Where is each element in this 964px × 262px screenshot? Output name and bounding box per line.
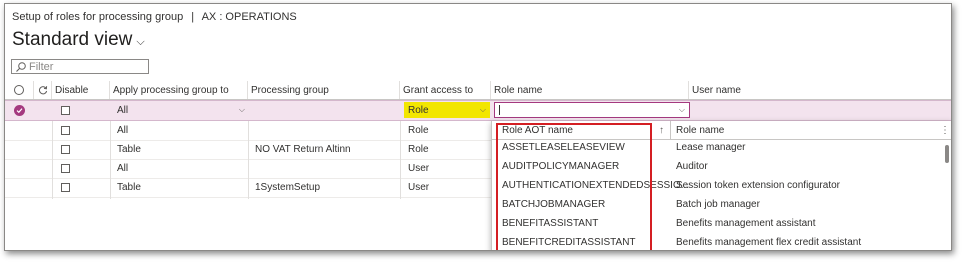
role-lookup-popup: Role AOT name ↑ Role name ⋮ ASSETLEASELE…: [491, 121, 951, 250]
lookup-col-name[interactable]: Role name: [676, 121, 724, 139]
disable-checkbox-cell[interactable]: [52, 140, 110, 159]
role-value: [499, 105, 500, 115]
disable-checkbox[interactable]: [61, 106, 70, 115]
search-icon: [16, 61, 26, 72]
lookup-col-aot[interactable]: Role AOT name: [502, 121, 573, 139]
sort-ascending-icon[interactable]: ↑: [659, 121, 664, 139]
col-apply[interactable]: Apply processing group to: [110, 81, 248, 99]
lookup-item[interactable]: BENEFITASSISTANT Benefits management ass…: [492, 214, 951, 233]
refresh-icon[interactable]: [38, 85, 48, 95]
filter-input[interactable]: Filter: [11, 59, 149, 74]
apply-cell[interactable]: Table: [110, 178, 248, 197]
chevron-down-icon: ⌵: [136, 35, 145, 48]
lookup-item[interactable]: BATCHJOBMANAGER Batch job manager: [492, 195, 951, 214]
lookup-scrollbar[interactable]: [945, 145, 949, 163]
lookup-item-name: Lease manager: [676, 142, 746, 153]
col-processing-group[interactable]: Processing group: [248, 81, 400, 99]
disable-checkbox-cell[interactable]: [52, 101, 110, 120]
breadcrumb-separator: |: [191, 11, 195, 23]
apply-cell[interactable]: All: [110, 121, 248, 140]
view-selector[interactable]: Standard view ⌵: [12, 29, 145, 51]
col-role-name[interactable]: Role name: [491, 81, 689, 99]
group-cell[interactable]: 1SystemSetup: [248, 178, 400, 197]
disable-checkbox-cell[interactable]: [52, 121, 110, 140]
grant-access-dropdown[interactable]: Role ⌵: [404, 102, 490, 118]
grant-cell[interactable]: User: [400, 178, 491, 197]
group-cell[interactable]: [248, 121, 400, 140]
lookup-item-name: Batch job manager: [676, 199, 760, 210]
chevron-down-icon: ⌵: [238, 105, 245, 114]
lookup-item-name: Session token extension configurator: [676, 180, 840, 191]
lookup-item-aot: BENEFITASSISTANT: [502, 218, 599, 229]
apply-cell[interactable]: Table: [110, 140, 248, 159]
checkmark-icon[interactable]: [14, 105, 25, 116]
chevron-down-icon: ⌵: [479, 105, 486, 114]
column-divider: [670, 121, 671, 139]
group-cell[interactable]: NO VAT Return Altinn: [248, 140, 400, 159]
view-title: Standard view: [12, 29, 133, 50]
lookup-item-aot: ASSETLEASELEASEVIEW: [502, 142, 625, 153]
column-divider: [52, 121, 53, 199]
grant-cell[interactable]: Role: [400, 140, 491, 159]
apply-value: All: [117, 104, 129, 116]
col-disable[interactable]: Disable: [52, 81, 110, 99]
grant-value: Role: [408, 104, 429, 116]
grant-cell[interactable]: User: [400, 159, 491, 178]
lookup-item-aot: BATCHJOBMANAGER: [502, 199, 606, 210]
apply-dropdown[interactable]: All ⌵: [113, 102, 249, 118]
col-user-name[interactable]: User name: [689, 81, 951, 99]
lookup-item-aot: AUTHENTICATIONEXTENDEDSESSIO...: [502, 180, 690, 191]
disable-checkbox-cell[interactable]: [52, 159, 110, 178]
role-name-lookup[interactable]: ⌵: [494, 102, 690, 118]
grant-cell[interactable]: Role: [400, 121, 491, 140]
column-divider: [110, 121, 111, 199]
disable-checkbox[interactable]: [61, 183, 70, 192]
disable-checkbox[interactable]: [61, 164, 70, 173]
col-grant-access[interactable]: Grant access to: [400, 81, 491, 99]
column-divider: [400, 121, 401, 199]
refresh-cell[interactable]: [34, 81, 52, 99]
lookup-item-name: Benefits management assistant: [676, 218, 816, 229]
app-window: Setup of roles for processing group | AX…: [4, 3, 952, 251]
filter-placeholder: Filter: [29, 60, 54, 73]
table-row-selected[interactable]: All ⌵ Role ⌵ ⌵: [5, 100, 951, 121]
page-caption: Setup of roles for processing group: [12, 11, 184, 23]
lookup-item-aot: AUDITPOLICYMANAGER: [502, 161, 620, 172]
group-cell[interactable]: [248, 159, 400, 178]
lookup-item[interactable]: AUTHENTICATIONEXTENDEDSESSIO... Session …: [492, 176, 951, 195]
lookup-item[interactable]: ASSETLEASELEASEVIEW Lease manager: [492, 138, 951, 157]
lookup-item-name: Auditor: [676, 161, 708, 172]
select-all-cell[interactable]: [5, 81, 34, 99]
column-divider: [248, 121, 249, 199]
disable-checkbox-cell[interactable]: [52, 178, 110, 197]
disable-checkbox[interactable]: [61, 145, 70, 154]
more-options-icon[interactable]: ⋮: [940, 121, 950, 139]
company-context: AX : OPERATIONS: [201, 11, 297, 23]
apply-cell[interactable]: All: [110, 159, 248, 178]
disable-checkbox[interactable]: [61, 126, 70, 135]
lookup-item-name: Benefits management flex credit assistan…: [676, 237, 862, 248]
lookup-item[interactable]: AUDITPOLICYMANAGER Auditor: [492, 157, 951, 176]
select-all-radio[interactable]: [14, 85, 24, 95]
lookup-item-aot: BENEFITCREDITASSISTANT: [502, 237, 636, 248]
lookup-item[interactable]: BENEFITCREDITASSISTANT Benefits manageme…: [492, 233, 951, 250]
breadcrumb: Setup of roles for processing group | AX…: [12, 11, 297, 23]
chevron-down-icon: ⌵: [678, 105, 685, 114]
grid-header: Disable Apply processing group to Proces…: [5, 81, 951, 100]
row-selector[interactable]: [5, 101, 34, 120]
